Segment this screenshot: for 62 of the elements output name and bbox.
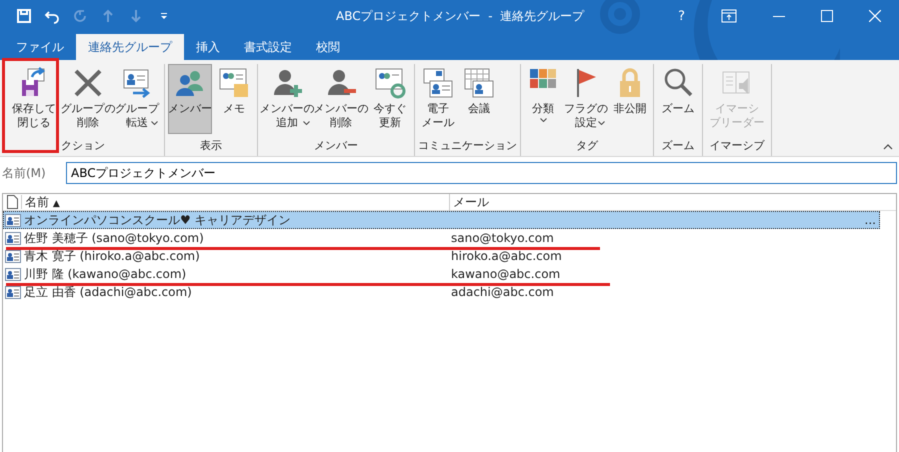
table-cell-text: 青木 寛子 (hiroko.a@abc.com): [24, 248, 201, 264]
help-button[interactable]: ?: [678, 8, 685, 24]
add-person-icon: [271, 67, 303, 99]
ribbon-button[interactable]: 保存して 閉じる: [5, 64, 63, 134]
table-cell-text: 足立 由香 (adachi@abc.com): [24, 284, 193, 300]
contact-card-icon: [5, 232, 21, 244]
table-cell-text: オンラインパソコンスクール♥ キャリアデザイン: [24, 212, 292, 228]
ribbon-button[interactable]: 分類: [524, 64, 562, 134]
group-label: メンバー: [313, 138, 359, 154]
contact-card-icon: [5, 286, 21, 298]
maximize-icon[interactable]: [821, 10, 833, 22]
ribbon-tab[interactable]: 連絡先グループ: [76, 34, 184, 60]
contact-mail-icon: [422, 67, 454, 99]
ribbon-display-icon[interactable]: [721, 9, 737, 23]
calendar-contact-icon: [463, 67, 495, 99]
overflow-mark: ...: [864, 213, 877, 227]
window-title: ABCプロジェクトメンバー - 連絡先グループ: [335, 8, 586, 24]
ribbon-tab[interactable]: 校閲: [304, 34, 352, 60]
ribbon-tab[interactable]: ファイル: [4, 34, 76, 60]
ribbon-button[interactable]: 電子 メール: [418, 64, 458, 134]
search-icon: [662, 67, 694, 99]
close-icon[interactable]: [869, 10, 881, 22]
table-cell: sano@tokyo.com: [451, 231, 554, 245]
table-row[interactable]: 足立 由香 (adachi@abc.com) adachi@abc.com: [3, 283, 880, 301]
table-row[interactable]: 青木 寛子 (hiroko.a@abc.com) hiroko.a@abc.com: [3, 247, 880, 265]
ribbon-button[interactable]: ズーム: [657, 64, 699, 134]
column-header[interactable]: メール: [450, 194, 489, 210]
table-row[interactable]: 佐野 美穂子 (sano@tokyo.com) sano@tokyo.com: [3, 229, 880, 247]
table-cell-text: 川野 隆 (kawano@abc.com): [24, 266, 188, 282]
group-label: イマーシブ: [708, 138, 766, 154]
table-cell: adachi@abc.com: [451, 285, 554, 299]
ribbon-tab[interactable]: 挿入: [184, 34, 232, 60]
ribbon-button[interactable]: メンバーの 削除: [315, 64, 367, 134]
table-cell: kawano@abc.com: [451, 267, 560, 281]
refresh-contact-icon: [374, 67, 406, 99]
table-cell-text: 佐野 美穂子 (sano@tokyo.com): [24, 230, 205, 246]
ribbon-button[interactable]: メモ: [214, 64, 254, 134]
delete-icon: [72, 67, 104, 99]
table-row[interactable]: オンラインパソコンスクール♥ キャリアデザイン ...: [3, 211, 880, 229]
table-row[interactable]: 川野 隆 (kawano@abc.com) kawano@abc.com: [3, 265, 880, 283]
group-label: コミュニケーション: [418, 138, 517, 154]
collapse-ribbon-icon[interactable]: [883, 144, 893, 150]
document-icon: [6, 195, 18, 209]
table-cell: hiroko.a@abc.com: [451, 249, 562, 263]
name-field[interactable]: ABCプロジェクトメンバー: [66, 162, 897, 184]
group-label: クション: [60, 138, 106, 154]
group-label: 表示: [199, 138, 223, 154]
ribbon-button[interactable]: メンバーの 追加: [261, 64, 313, 134]
contact-card-icon: [5, 214, 21, 226]
ribbon-tab[interactable]: 書式設定: [232, 34, 304, 60]
save-icon[interactable]: [16, 8, 32, 24]
group-label: ズーム: [660, 138, 696, 154]
ribbon-button[interactable]: 非公開: [610, 64, 650, 134]
group-label: タグ: [575, 138, 600, 154]
ribbon-button[interactable]: フラグの 設定: [564, 64, 608, 134]
ribbon-button[interactable]: メンバー: [168, 64, 212, 134]
contact-card-icon: [5, 268, 21, 280]
contact-card-icon: [5, 250, 21, 262]
name-label: 名前(M): [2, 164, 47, 182]
notes-icon: [218, 67, 250, 99]
ribbon-button[interactable]: 会議: [460, 64, 498, 134]
ribbon-button[interactable]: 今すぐ 更新: [369, 64, 411, 134]
